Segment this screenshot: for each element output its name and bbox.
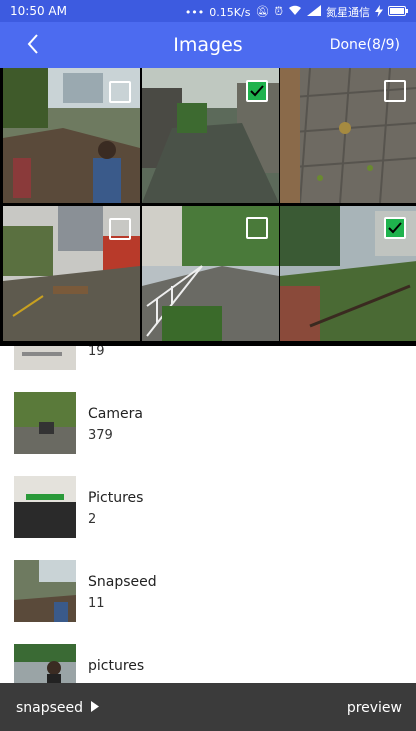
signal-icon xyxy=(307,5,321,19)
album-thumbnail xyxy=(14,560,76,622)
status-bar: 10:50 AM ••• 0.15K/s 🔕︎ ⏰︎ 氮星通信 xyxy=(0,0,416,22)
album-thumbnail xyxy=(14,346,76,370)
album-count: 379 xyxy=(88,428,113,443)
app-bar: Images Done(8/9) xyxy=(0,22,416,68)
select-checkbox[interactable] xyxy=(109,81,131,103)
select-checkbox[interactable] xyxy=(384,217,406,239)
folder-label: snapseed xyxy=(16,700,84,716)
image-thumbnail[interactable] xyxy=(142,68,279,203)
status-time: 10:50 AM xyxy=(10,4,67,18)
alarm-icon: ⏰︎ xyxy=(274,5,283,18)
album-name: Pictures xyxy=(88,490,144,506)
image-thumbnail[interactable] xyxy=(280,206,416,341)
album-thumbnail xyxy=(14,644,76,683)
triangle-right-icon xyxy=(90,701,99,712)
album-item[interactable]: Pictures 2 xyxy=(0,476,416,560)
image-thumbnail[interactable] xyxy=(3,206,140,341)
image-thumbnail[interactable] xyxy=(3,68,140,203)
select-checkbox[interactable] xyxy=(384,80,406,102)
carrier-name: 氮星通信 xyxy=(326,6,370,19)
charging-icon xyxy=(375,4,383,20)
album-count: 11 xyxy=(88,596,105,611)
done-button[interactable]: Done(8/9) xyxy=(330,37,400,53)
check-icon xyxy=(388,222,402,234)
album-name: Snapseed xyxy=(88,574,157,590)
image-thumbnail[interactable] xyxy=(142,206,279,341)
album-count: 2 xyxy=(88,512,97,527)
more-dots-icon: ••• xyxy=(184,5,205,19)
image-thumbnail[interactable] xyxy=(280,68,416,203)
album-item[interactable]: pictures xyxy=(0,644,416,683)
check-icon xyxy=(250,85,264,97)
album-item[interactable]: Camera 379 xyxy=(0,392,416,476)
album-thumbnail xyxy=(14,392,76,454)
album-thumbnail xyxy=(14,476,76,538)
album-list: 19 Camera 379 Pictures 2 Snapseed 11 pic… xyxy=(0,346,416,683)
net-speed: 0.15K/s xyxy=(209,5,251,19)
folder-selector[interactable]: snapseed xyxy=(16,700,100,716)
select-checkbox[interactable] xyxy=(246,80,268,102)
status-icons: ••• 0.15K/s 🔕︎ ⏰︎ 氮星通信 xyxy=(185,4,408,20)
select-checkbox[interactable] xyxy=(109,218,131,240)
album-name: pictures xyxy=(88,658,145,674)
wifi-icon xyxy=(288,5,302,19)
select-checkbox[interactable] xyxy=(246,217,268,239)
bottom-bar: snapseed preview xyxy=(0,683,416,731)
image-grid xyxy=(0,68,416,348)
album-name: Camera xyxy=(88,406,143,422)
mute-bell-icon: 🔕︎ xyxy=(255,5,270,18)
album-item[interactable]: Snapseed 11 xyxy=(0,560,416,644)
album-item[interactable]: 19 xyxy=(0,346,416,392)
preview-button[interactable]: preview xyxy=(347,700,402,716)
album-count: 19 xyxy=(88,346,105,359)
battery-icon xyxy=(388,5,408,19)
